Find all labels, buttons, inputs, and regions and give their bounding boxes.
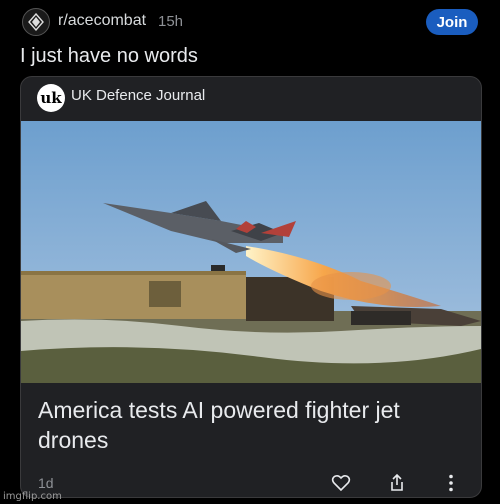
- subreddit-avatar[interactable]: [22, 8, 50, 36]
- source-row: uk UK Defence Journal: [21, 77, 481, 121]
- article-image[interactable]: [21, 121, 481, 383]
- heart-icon[interactable]: [331, 473, 351, 493]
- post-age: 15h: [158, 13, 184, 30]
- source-name: UK Defence Journal: [71, 87, 206, 104]
- post-header: r/acecombat 15h Join: [0, 0, 500, 44]
- subreddit-logo-icon: [28, 13, 44, 31]
- share-icon[interactable]: [387, 473, 407, 493]
- card-footer: 1d: [21, 469, 481, 497]
- imgflip-watermark: imgflip.com: [3, 491, 62, 502]
- join-button[interactable]: Join: [426, 9, 478, 35]
- post-title[interactable]: I just have no words: [20, 45, 198, 68]
- link-card[interactable]: uk UK Defence Journal America tests AI p…: [20, 76, 482, 498]
- more-icon[interactable]: [441, 473, 461, 493]
- source-logo: uk: [37, 84, 65, 112]
- article-headline[interactable]: America tests AI powered fighter jet dro…: [38, 395, 468, 455]
- subreddit-name[interactable]: r/acecombat: [58, 12, 146, 30]
- article-age: 1d: [38, 475, 54, 491]
